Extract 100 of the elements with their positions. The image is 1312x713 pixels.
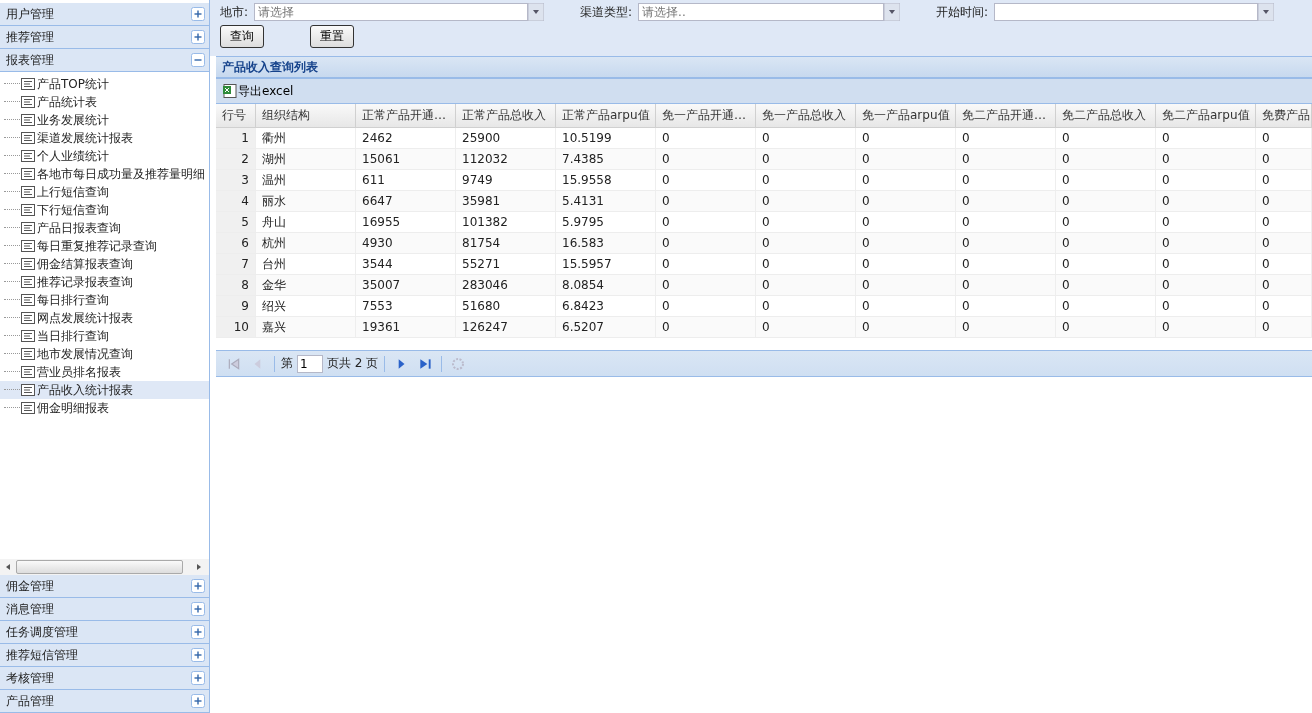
page-input[interactable]: 1 (297, 354, 323, 373)
tree-item[interactable]: 佣金结算报表查询 (0, 255, 209, 273)
expand-toggle-icon[interactable] (191, 671, 205, 685)
dropdown-icon[interactable] (528, 3, 545, 21)
column-header[interactable]: 免一产品开通… (656, 104, 756, 127)
tree-item[interactable]: 每日重复推荐记录查询 (0, 237, 209, 255)
table-cell: 8.0854 (556, 275, 656, 295)
tree-item[interactable]: 网点发展统计报表 (0, 309, 209, 327)
horizontal-scrollbar[interactable] (0, 559, 209, 575)
column-header[interactable]: 免二产品总收入 (1056, 104, 1156, 127)
tree-item[interactable]: 业务发展统计 (0, 111, 209, 129)
scrollbar-thumb[interactable] (16, 560, 183, 574)
expand-toggle-icon[interactable] (191, 625, 205, 639)
column-header[interactable]: 免二产品开通… (956, 104, 1056, 127)
row-number: 4 (216, 191, 256, 211)
accordion-header[interactable]: 产品管理 (0, 690, 209, 713)
table-cell: 0 (756, 212, 856, 232)
expand-toggle-icon[interactable] (191, 648, 205, 662)
column-header[interactable]: 正常产品总收入 (456, 104, 556, 127)
tree-item[interactable]: 产品TOP统计 (0, 75, 209, 93)
first-page-icon[interactable] (227, 356, 241, 371)
action-button[interactable]: 重置 (310, 25, 354, 48)
row-number: 6 (216, 233, 256, 253)
column-header[interactable]: 免费产品 (1256, 104, 1312, 127)
tree-item[interactable]: 下行短信查询 (0, 201, 209, 219)
filter-label: 开始时间: (936, 3, 989, 21)
column-header[interactable]: 免一产品arpu值 (856, 104, 956, 127)
table-cell: 35981 (456, 191, 556, 211)
table-cell: 0 (1256, 128, 1312, 148)
expand-toggle-icon[interactable] (191, 694, 205, 708)
select-field[interactable]: 请选择 (254, 3, 529, 21)
export-button[interactable]: 导出excel (222, 82, 294, 100)
table-cell: 0 (1056, 191, 1156, 211)
expand-toggle-icon[interactable] (191, 7, 205, 21)
tree-item[interactable]: 营业员排名报表 (0, 363, 209, 381)
table-cell: 0 (756, 191, 856, 211)
table-cell: 7553 (356, 296, 456, 316)
table-cell: 0 (956, 296, 1056, 316)
document-icon (20, 365, 36, 379)
dropdown-icon[interactable] (1258, 3, 1275, 21)
table-cell: 9749 (456, 170, 556, 190)
table-cell: 0 (856, 191, 956, 211)
pager-label: 第 (281, 355, 293, 372)
tree-item[interactable]: 推荐记录报表查询 (0, 273, 209, 291)
column-header[interactable]: 免一产品总收入 (756, 104, 856, 127)
table-cell: 0 (856, 212, 956, 232)
tree-item[interactable]: 产品收入统计报表 (0, 381, 209, 399)
tree-item[interactable]: 当日排行查询 (0, 327, 209, 345)
panel-title: 产品收入查询列表 (216, 57, 1312, 79)
select-field[interactable]: 请选择.. (638, 3, 885, 21)
document-icon (20, 401, 36, 415)
column-header[interactable]: 免二产品arpu值 (1156, 104, 1256, 127)
table-cell: 0 (856, 254, 956, 274)
tree-item[interactable]: 产品日报表查询 (0, 219, 209, 237)
table-cell: 0 (756, 317, 856, 337)
expand-toggle-icon[interactable] (191, 602, 205, 616)
tree-item[interactable]: 佣金明细报表 (0, 399, 209, 417)
section-title: 推荐短信管理 (6, 646, 78, 664)
table-cell: 台州 (256, 254, 356, 274)
document-icon (20, 275, 36, 289)
table-cell: 6.8423 (556, 296, 656, 316)
column-header[interactable]: 正常产品arpu值 (556, 104, 656, 127)
table-cell: 35007 (356, 275, 456, 295)
accordion-header[interactable]: 推荐管理 (0, 26, 209, 49)
table-cell: 0 (1056, 317, 1156, 337)
tree-item[interactable]: 上行短信查询 (0, 183, 209, 201)
accordion-header[interactable]: 消息管理 (0, 598, 209, 621)
table-cell: 25900 (456, 128, 556, 148)
table-cell: 0 (1156, 212, 1256, 232)
column-header[interactable]: 组织结构 (256, 104, 356, 127)
table-cell: 0 (1256, 275, 1312, 295)
table-cell: 0 (956, 275, 1056, 295)
expand-toggle-icon[interactable] (191, 53, 205, 67)
table-cell: 0 (856, 233, 956, 253)
table-cell: 6647 (356, 191, 456, 211)
select-field[interactable] (994, 3, 1259, 21)
expand-toggle-icon[interactable] (191, 30, 205, 44)
tree-item[interactable]: 地市发展情况查询 (0, 345, 209, 363)
section-title: 消息管理 (6, 600, 54, 618)
accordion-header[interactable]: 用户管理 (0, 3, 209, 26)
accordion-header[interactable]: 报表管理 (0, 49, 209, 72)
accordion-header[interactable]: 推荐短信管理 (0, 644, 209, 667)
table-cell: 55271 (456, 254, 556, 274)
accordion-header[interactable]: 佣金管理 (0, 575, 209, 598)
accordion-header[interactable]: 考核管理 (0, 667, 209, 690)
table-cell: 0 (956, 212, 1056, 232)
column-header[interactable]: 行号 (216, 104, 256, 127)
tree-item[interactable]: 个人业绩统计 (0, 147, 209, 165)
tree-item[interactable]: 每日排行查询 (0, 291, 209, 309)
dropdown-icon[interactable] (884, 3, 901, 21)
expand-toggle-icon[interactable] (191, 579, 205, 593)
action-button[interactable]: 查询 (220, 25, 264, 48)
column-header[interactable]: 正常产品开通… (356, 104, 456, 127)
tree-item[interactable]: 产品统计表 (0, 93, 209, 111)
tree-item[interactable]: 渠道发展统计报表 (0, 129, 209, 147)
table-cell: 0 (1156, 317, 1256, 337)
row-number: 3 (216, 170, 256, 190)
tree-item[interactable]: 各地市每日成功量及推荐量明细 (0, 165, 209, 183)
accordion-header[interactable]: 任务调度管理 (0, 621, 209, 644)
last-page-icon[interactable] (418, 356, 433, 371)
